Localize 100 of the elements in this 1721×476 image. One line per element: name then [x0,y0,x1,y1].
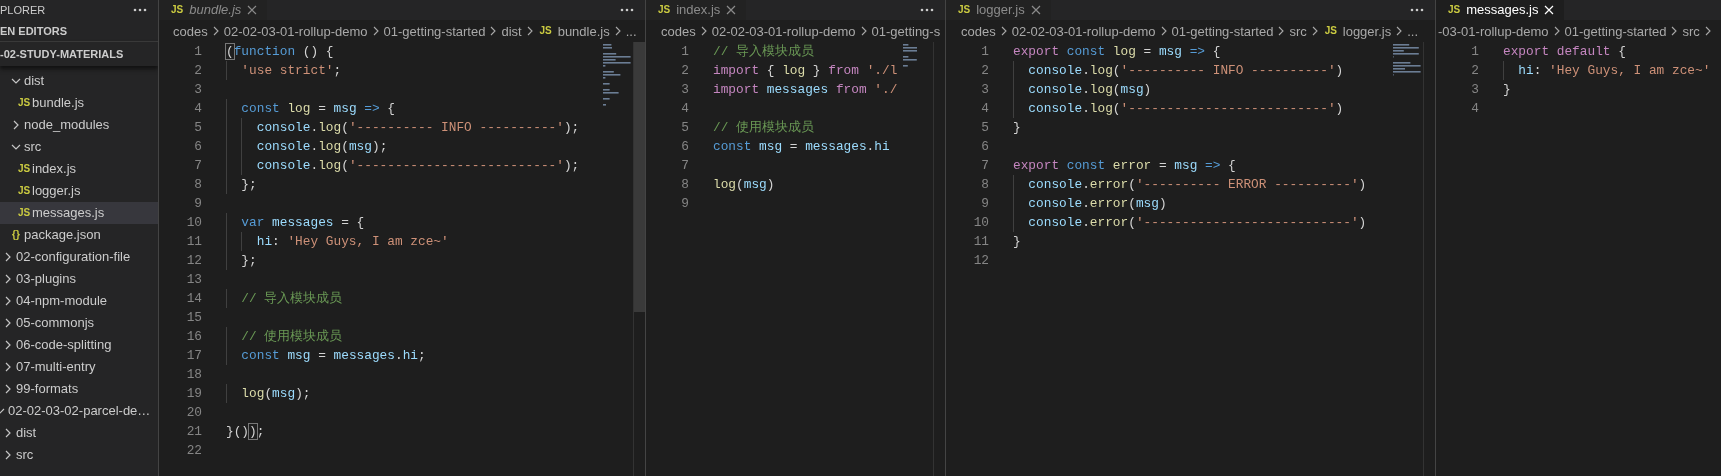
code-line: console.log('---------- INFO ----------') [1028,62,1344,80]
line-number: 7 [680,157,689,175]
breadcrumb-item[interactable]: JS logger.js [1322,23,1392,39]
more-icon[interactable] [619,7,635,13]
code-line: const msg = messages.hi [713,138,890,156]
line-number: 8 [980,176,989,194]
tree-item[interactable]: JS messages.js [0,202,158,224]
breadcrumb-item[interactable]: 01-getting-started [1564,23,1667,39]
code-line: console.error('---------- ERROR ----------') [1028,176,1367,194]
tree-item[interactable]: 05-commonjs [0,312,158,334]
line-number: 5 [980,119,989,137]
code-line: } [1013,119,1021,137]
line-number: 10 [972,214,989,232]
code-line: export const log = msg => { [1013,43,1221,61]
tree-item[interactable]: 03-plugins [0,268,158,290]
line-number: 4 [193,100,202,118]
tree-item[interactable]: src [0,136,158,158]
line-number: 12 [185,252,202,270]
breadcrumb-item[interactable]: ... [1407,23,1419,39]
line-number: 8 [193,176,202,194]
more-icon[interactable] [132,7,148,13]
editor-tab[interactable]: JS messages.js [1436,0,1565,20]
tree-item[interactable]: JS bundle.js [0,92,158,114]
breadcrumb-item[interactable]: src [1682,23,1700,39]
line-number: 9 [193,195,202,213]
tree-item[interactable]: 04-npm-module [0,290,158,312]
more-icon[interactable] [1409,7,1425,13]
line-number: 8 [680,176,689,194]
line-number: 2 [680,62,689,80]
tree-item[interactable]: node_modules [0,114,158,136]
more-icon[interactable] [919,7,935,13]
tree-item[interactable]: 02-configuration-file [0,246,158,268]
tree-item[interactable]: 07-multi-entry [0,356,158,378]
breadcrumb-item[interactable]: codes [961,23,996,39]
code-line: }()); [226,423,265,441]
tree-item[interactable]: {} package.json [0,224,158,246]
code-line: console.log(msg) [1028,81,1152,99]
line-number: 15 [185,309,202,327]
line-number: 7 [193,157,202,175]
code-line: import messages from './ [713,81,898,99]
tree-item[interactable]: 02-02-03-02-parcel-de… [0,400,158,422]
breadcrumb-item[interactable]: codes [173,23,208,39]
tree-item[interactable]: dist [0,70,158,92]
code-line: console.log(msg); [256,138,388,156]
breadcrumb-item[interactable]: 02-02-03-01-rollup-demo [223,23,368,39]
breadcrumb-item[interactable]: 01-getting-s [871,23,941,39]
line-number: 11 [185,233,202,251]
code-comment: // 使用模块成员 [241,328,343,346]
breadcrumb-item[interactable]: src [1289,23,1307,39]
line-number: 3 [1470,81,1479,99]
breadcrumb-item[interactable]: dist [501,23,522,39]
breadcrumb-item[interactable]: 02-02-03-01-rollup-demo [1011,23,1156,39]
line-number: 14 [185,290,202,308]
line-number: 3 [980,81,989,99]
code-line: log(msg); [241,385,311,403]
editor-tab[interactable]: JS index.js [646,0,747,20]
breadcrumb-item[interactable]: 01-getting-started [1171,23,1274,39]
line-number: 11 [972,233,989,251]
sidebar-title: PLORER [0,3,46,17]
breadcrumb-item[interactable]: 02-02-03-01-rollup-demo [711,23,856,39]
tree-item[interactable]: dist [0,422,158,444]
code-line: export default { [1503,43,1626,61]
code-line: hi: 'Hey Guys, I am zce~' [256,233,449,251]
tree-item[interactable]: 06-code-splitting [0,334,158,356]
folder-header[interactable]: -02-STUDY-MATERIALS [0,47,124,61]
close-icon [726,5,737,15]
editor-tab[interactable]: JS bundle.js [159,0,268,20]
section-header[interactable]: EN EDITORS [0,23,68,38]
line-number: 1 [1470,43,1479,61]
code-line: }; [241,252,257,270]
line-number: 4 [1470,100,1479,118]
breadcrumb-item[interactable]: ... [625,23,637,39]
code-line: console.error(msg) [1028,195,1167,213]
tree-item[interactable]: JS index.js [0,158,158,180]
code-line: import { log } from './l [713,62,898,80]
code-line: }; [241,176,257,194]
line-number: 21 [185,423,202,441]
line-number: 2 [980,62,989,80]
breadcrumb-item[interactable]: -03-01-rollup-demo [1438,23,1549,39]
tree-item[interactable]: JS logger.js [0,180,158,202]
editor-tab[interactable]: JS logger.js [946,0,1051,20]
line-number: 5 [193,119,202,137]
js-file-icon: JS [16,207,32,219]
tree-item[interactable]: src [0,444,158,466]
code-line: (function () { [226,43,334,61]
line-number: 17 [185,347,202,365]
line-number: 3 [193,81,202,99]
tree-item[interactable]: 99-formats [0,378,158,400]
line-number: 1 [980,43,989,61]
line-number: 20 [185,404,202,422]
code-comment: // 导入模块成员 [713,43,815,61]
line-number: 1 [680,43,689,61]
code-line: const log = msg => { [241,100,395,118]
breadcrumb-item[interactable]: 01-getting-started [383,23,486,39]
js-file-icon: JS [16,185,32,197]
breadcrumb-item[interactable]: codes [661,23,696,39]
breadcrumb-item[interactable]: JS bundle.js [537,23,610,39]
close-icon [1030,5,1041,15]
json-file-icon: {} [8,229,24,241]
code-line: hi: 'Hey Guys, I am zce~' [1518,62,1711,80]
